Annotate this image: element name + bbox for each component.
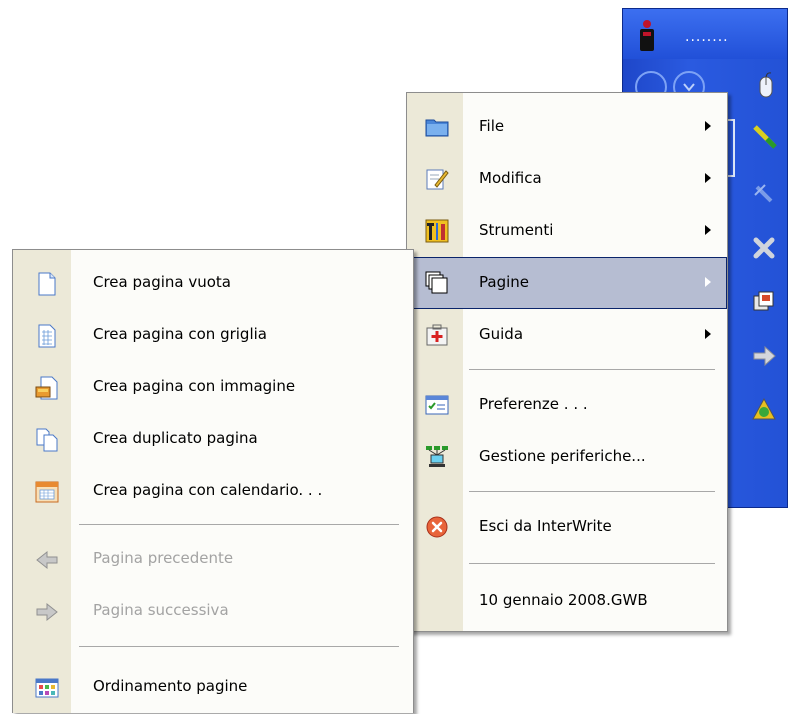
exit-icon	[426, 516, 448, 538]
image-page-icon	[35, 376, 58, 400]
menu-item-modifica[interactable]: Modifica	[407, 153, 727, 205]
calendar-page-icon	[35, 481, 59, 503]
pen-icon[interactable]	[749, 121, 779, 151]
submenu-item-label: Crea duplicato pagina	[93, 429, 258, 447]
toolbar-title-bar[interactable]: ........	[623, 9, 787, 59]
menu-separator	[79, 524, 399, 525]
submenu-arrow-icon	[705, 225, 711, 235]
menu-item-strumenti[interactable]: Strumenti	[407, 205, 727, 257]
submenu-arrow-icon	[705, 277, 711, 287]
menu-separator	[469, 563, 715, 564]
tools-icon	[425, 219, 449, 243]
edit-pencil-icon	[426, 169, 449, 190]
page-sorter-icon	[35, 678, 59, 698]
menu-separator	[469, 369, 715, 370]
submenu-item-label: Crea pagina con immagine	[93, 377, 296, 395]
submenu-item-label: Ordinamento pagine	[93, 677, 248, 695]
menu-item-label: Strumenti	[479, 221, 554, 239]
submenu-arrow-icon	[705, 173, 711, 183]
menu-separator	[469, 491, 715, 492]
submenu-item-ordinamento-pagine[interactable]: Ordinamento pagine	[13, 662, 413, 714]
delete-x-icon[interactable]	[749, 233, 779, 263]
menu-item-pagine[interactable]: Pagine	[407, 257, 727, 309]
submenu-item-label: Crea pagina con calendario. . .	[93, 481, 323, 499]
menu-item-label: Guida	[479, 325, 524, 343]
menu-item-recent-file[interactable]: 10 gennaio 2008.GWB	[407, 575, 727, 627]
submenu-item-crea-pagina-griglia[interactable]: Crea pagina con griglia	[13, 310, 413, 362]
folder-icon	[425, 119, 449, 137]
menu-item-gestione-periferiche[interactable]: Gestione periferiche...	[407, 431, 727, 483]
duplicate-page-icon	[36, 428, 58, 452]
preferences-icon	[425, 395, 449, 415]
submenu-item-label: Crea pagina vuota	[93, 273, 232, 291]
menu-item-label: Gestione periferiche...	[479, 447, 646, 465]
highlighter-icon[interactable]	[749, 179, 779, 209]
menu-item-esci[interactable]: Esci da InterWrite	[407, 501, 727, 553]
submenu-item-crea-pagina-immagine[interactable]: Crea pagina con immagine	[13, 362, 413, 414]
menu-separator	[79, 646, 399, 647]
pagine-submenu: Crea pagina vuota Crea pagina con grigli…	[12, 249, 414, 713]
submenu-item-pagina-successiva[interactable]: Pagina successiva	[13, 586, 413, 638]
submenu-item-label: Crea pagina con griglia	[93, 325, 267, 343]
devices-icon	[426, 446, 448, 467]
menu-item-label: Pagine	[479, 273, 529, 291]
submenu-item-crea-pagina-calendario[interactable]: Crea pagina con calendario. . .	[13, 466, 413, 518]
pages-icon	[425, 271, 448, 294]
arrow-left-icon	[36, 550, 58, 570]
pages-icon[interactable]	[749, 287, 779, 317]
menu-item-preferenze[interactable]: Preferenze . . .	[407, 379, 727, 431]
mouse-icon[interactable]	[751, 71, 781, 101]
menu-item-file[interactable]: File	[407, 101, 727, 153]
submenu-item-label: Pagina precedente	[93, 549, 234, 567]
menu-item-label: Esci da InterWrite	[479, 517, 612, 535]
menu-item-label: Preferenze . . .	[479, 395, 588, 413]
interwrite-logo-icon	[640, 20, 654, 51]
toolbar-title-text: ........	[685, 29, 729, 45]
blank-page-icon	[38, 272, 56, 296]
arrow-right-icon	[36, 602, 58, 622]
menu-item-label: 10 gennaio 2008.GWB	[479, 591, 648, 609]
submenu-item-pagina-precedente[interactable]: Pagina precedente	[13, 534, 413, 586]
submenu-item-crea-duplicato-pagina[interactable]: Crea duplicato pagina	[13, 414, 413, 466]
submenu-arrow-icon	[705, 121, 711, 131]
main-menu: File Modifica Strumenti Pagine Guida Pre…	[406, 92, 728, 632]
capture-icon[interactable]	[749, 393, 779, 423]
grid-page-icon	[38, 324, 56, 348]
menu-item-label: File	[479, 117, 505, 135]
submenu-item-label: Pagina successiva	[93, 601, 229, 619]
submenu-item-crea-pagina-vuota[interactable]: Crea pagina vuota	[13, 258, 413, 310]
arrow-right-icon[interactable]	[749, 341, 779, 371]
menu-item-guida[interactable]: Guida	[407, 309, 727, 361]
submenu-arrow-icon	[705, 329, 711, 339]
help-kit-icon	[426, 324, 448, 346]
menu-item-label: Modifica	[479, 169, 542, 187]
